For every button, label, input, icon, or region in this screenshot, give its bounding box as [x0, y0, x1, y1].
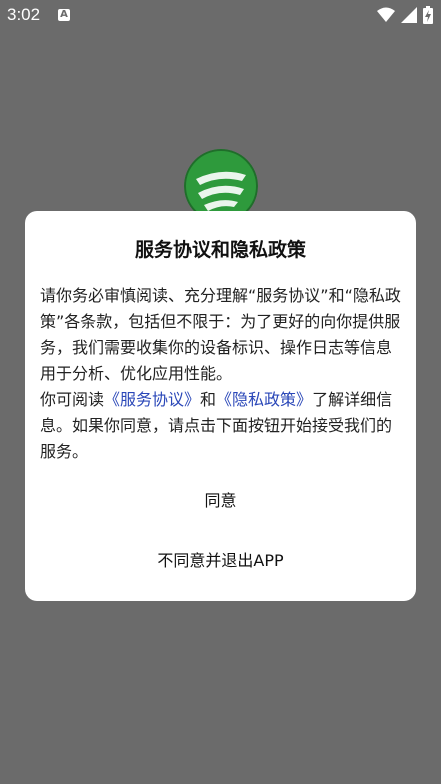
paragraph-2-prefix: 你可阅读: [40, 390, 105, 409]
signal-icon: [401, 7, 417, 23]
agree-button[interactable]: 同意: [25, 487, 416, 515]
dialog-title: 服务协议和隐私政策: [134, 239, 306, 261]
wifi-icon: [377, 7, 395, 22]
status-bar: 3:02 A: [0, 0, 441, 30]
a-icon: A: [58, 9, 70, 21]
privacy-policy-link[interactable]: 《隐私政策》: [216, 390, 312, 409]
dialog-paragraph-1: 请你务必审慎阅读、充分理解“服务协议”和“隐私政策”各条款，包括但不限于：为了更…: [40, 286, 401, 383]
disagree-exit-button[interactable]: 不同意并退出APP: [25, 547, 416, 575]
status-time: 3:02: [7, 5, 41, 24]
privacy-dialog: 服务协议和隐私政策 请你务必审慎阅读、充分理解“服务协议”和“隐私政策”各条款，…: [25, 211, 416, 601]
paragraph-2-and: 和: [200, 390, 217, 409]
status-icons: [377, 6, 433, 24]
dialog-paragraph-2: 你可阅读《服务协议》和《隐私政策》了解详细信息。如果你同意，请点击下面按钮开始接…: [40, 387, 402, 465]
battery-icon: [423, 6, 433, 24]
service-agreement-link[interactable]: 《服务协议》: [104, 390, 200, 409]
dialog-body: 请你务必审慎阅读、充分理解“服务协议”和“隐私政策”各条款，包括但不限于：为了更…: [40, 283, 402, 465]
screen: 3:02 A 服务协议和隐私政策 请你务必审慎阅读、充分理解“服务协议”和“隐私…: [0, 0, 441, 784]
